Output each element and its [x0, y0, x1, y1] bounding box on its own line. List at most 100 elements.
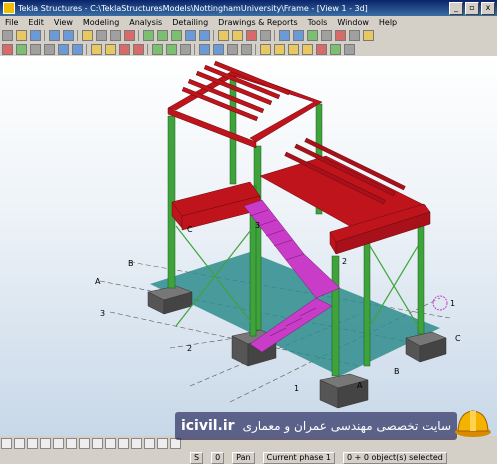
window-title: Tekla Structures - C:\TeklaStructuresMod… [18, 3, 368, 13]
select-grids-icon[interactable] [329, 43, 341, 55]
select-switch-2-icon[interactable] [14, 438, 25, 449]
select-switch-9-icon[interactable] [105, 438, 116, 449]
mirror-icon[interactable] [226, 43, 238, 55]
filter-icon[interactable] [334, 29, 346, 41]
bolt-icon[interactable] [90, 43, 102, 55]
restore-button[interactable]: ▫ [465, 1, 479, 15]
menu-tools[interactable]: Tools [303, 18, 333, 27]
select-switch-3-icon[interactable] [27, 438, 38, 449]
rotate-icon[interactable] [198, 29, 210, 41]
snap-switch-2-icon[interactable] [144, 438, 155, 449]
drawing-icon[interactable] [217, 29, 229, 41]
select-switch-7-icon[interactable] [79, 438, 90, 449]
column-icon[interactable] [15, 43, 27, 55]
help-icon[interactable] [362, 29, 374, 41]
menu-file[interactable]: File [0, 18, 23, 27]
select-parts-icon[interactable] [273, 43, 285, 55]
zoom-out-icon[interactable] [170, 29, 182, 41]
snap-switch-1-icon[interactable] [131, 438, 142, 449]
menu-edit[interactable]: Edit [23, 18, 49, 27]
grid-label-1-right: 1 [450, 299, 455, 308]
panel-icon[interactable] [71, 43, 83, 55]
model-canvas[interactable]: A B C 3 2 1 A B C 1 2 3 [0, 56, 497, 436]
menu-drawings-reports[interactable]: Drawings & Reports [213, 18, 302, 27]
grid-icon[interactable] [306, 29, 318, 41]
close-button[interactable]: x [481, 1, 495, 15]
select-welds-icon[interactable] [301, 43, 313, 55]
grid-label-3-mid: 3 [255, 221, 260, 230]
grid-label-1-bottom: 1 [294, 384, 299, 393]
weld-icon[interactable] [104, 43, 116, 55]
status-bar: S 0 Pan Current phase 1 0 + 0 object(s) … [0, 436, 497, 464]
status-selection: 0 + 0 object(s) selected [342, 451, 447, 464]
minimize-button[interactable]: _ [449, 1, 463, 15]
menu-window[interactable]: Window [332, 18, 374, 27]
new-icon[interactable] [1, 29, 13, 41]
view-icon[interactable] [278, 29, 290, 41]
open-icon[interactable] [15, 29, 27, 41]
zoom-icon[interactable] [142, 29, 154, 41]
floor-beams [171, 137, 431, 255]
component-icon[interactable] [151, 43, 163, 55]
delete-icon[interactable] [123, 29, 135, 41]
beam-icon[interactable] [1, 43, 13, 55]
menu-modeling[interactable]: Modeling [78, 18, 124, 27]
select-switch-1-icon[interactable] [1, 438, 12, 449]
status-phase: Current phase 1 [262, 451, 335, 464]
pad-footing-icon[interactable] [29, 43, 41, 55]
numbering-icon[interactable] [259, 29, 271, 41]
select-switch-4-icon[interactable] [40, 438, 51, 449]
cut-icon[interactable] [118, 43, 130, 55]
pan-icon[interactable] [184, 29, 196, 41]
select-components-icon[interactable] [343, 43, 355, 55]
move-icon[interactable] [109, 29, 121, 41]
app-icon [3, 2, 15, 14]
select-switch-8-icon[interactable] [92, 438, 103, 449]
point-icon[interactable] [198, 43, 210, 55]
menu-bar: File Edit View Modeling Analysis Detaili… [0, 16, 497, 28]
grid-label-c-left: C [187, 225, 193, 234]
status-row: S 0 Pan Current phase 1 0 + 0 object(s) … [0, 451, 497, 464]
save-icon[interactable] [29, 29, 41, 41]
grid-label-b-right: B [394, 367, 400, 376]
fitting-icon[interactable] [132, 43, 144, 55]
menu-view[interactable]: View [49, 18, 78, 27]
watermark-text: سایت تخصصی مهندسی عمران و معماری [242, 419, 451, 433]
grid-label-a-left: A [95, 277, 101, 286]
copy-icon[interactable] [95, 29, 107, 41]
select-switch-10-icon[interactable] [118, 438, 129, 449]
redo-icon[interactable] [62, 29, 74, 41]
title-bar: Tekla Structures - C:\TeklaStructuresMod… [0, 0, 497, 16]
menu-analysis[interactable]: Analysis [124, 18, 167, 27]
select-bolts-icon[interactable] [287, 43, 299, 55]
grid-label-3-left: 3 [100, 309, 105, 318]
connection-icon[interactable] [165, 43, 177, 55]
slab-icon[interactable] [57, 43, 69, 55]
snap-switch-3-icon[interactable] [157, 438, 168, 449]
model-view-3d[interactable]: A B C 3 2 1 A B C 1 2 3 [0, 56, 497, 436]
properties-icon[interactable] [81, 29, 93, 41]
grid-label-b-left: B [128, 259, 134, 268]
select-all-icon[interactable] [259, 43, 271, 55]
select-switch-5-icon[interactable] [53, 438, 64, 449]
grid-label-2-left: 2 [187, 344, 192, 353]
select-cuts-icon[interactable] [315, 43, 327, 55]
workplane-icon[interactable] [292, 29, 304, 41]
measure-icon[interactable] [348, 29, 360, 41]
menu-help[interactable]: Help [374, 18, 402, 27]
array-icon[interactable] [240, 43, 252, 55]
status-s: S [190, 451, 204, 464]
line-icon[interactable] [212, 43, 224, 55]
watermark-banner: icivil.ir سایت تخصصی مهندسی عمران و معما… [174, 412, 457, 440]
clash-check-icon[interactable] [245, 29, 257, 41]
undo-icon[interactable] [48, 29, 60, 41]
zoom-in-icon[interactable] [156, 29, 168, 41]
modeling-toolbar [0, 42, 497, 57]
report-icon[interactable] [231, 29, 243, 41]
select-switch-6-icon[interactable] [66, 438, 77, 449]
detail-icon[interactable] [179, 43, 191, 55]
menu-detailing[interactable]: Detailing [167, 18, 213, 27]
strip-footing-icon[interactable] [43, 43, 55, 55]
snap-icon[interactable] [320, 29, 332, 41]
selection-switches [0, 438, 200, 449]
